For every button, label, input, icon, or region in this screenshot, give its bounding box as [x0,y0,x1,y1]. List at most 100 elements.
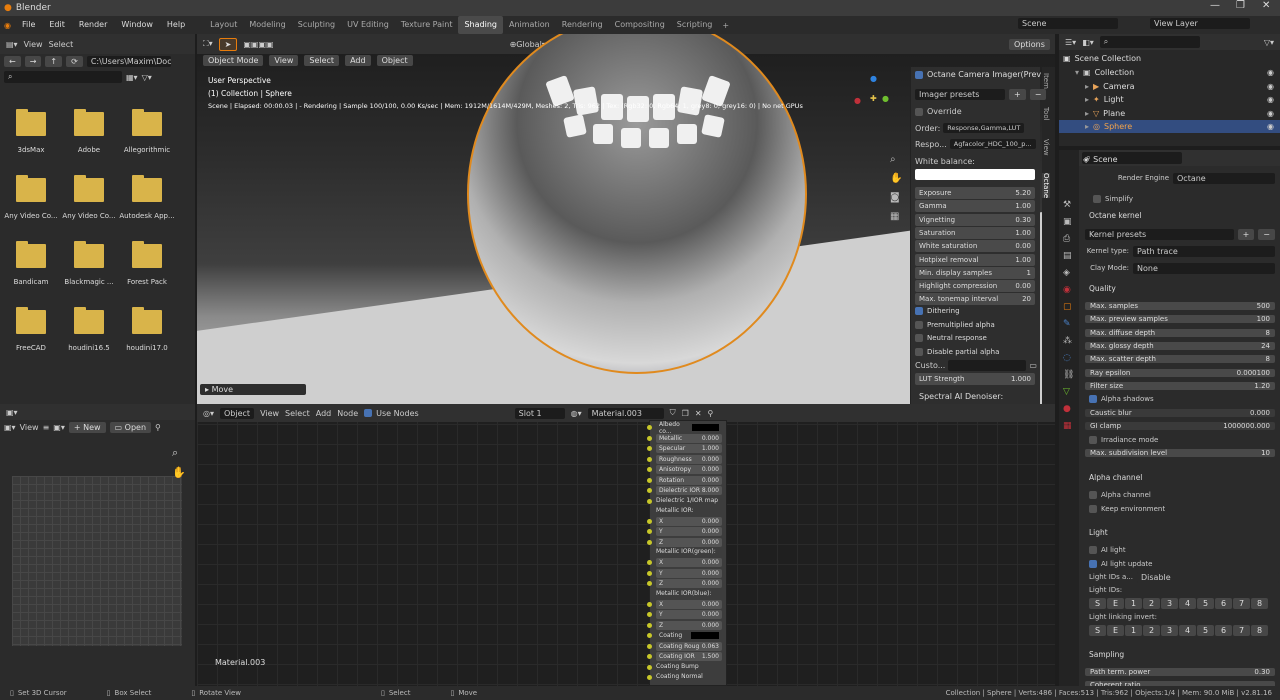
light-invert-toggle[interactable]: 7 [1233,624,1250,636]
outliner-item[interactable]: ▸ ▽ Plane ◉ [1059,107,1280,120]
maximize-icon[interactable]: ❐ [1236,0,1245,11]
node-input-1[interactable]: Metallic 0.000 [656,433,722,443]
metallic-ior-blue-y-socket[interactable] [647,612,652,617]
imager-slider[interactable]: Highlight compression 0.00 [915,280,1035,293]
caustic-blur-bar[interactable]: Caustic blur 0.000 [1085,409,1275,417]
use-nodes-toggle[interactable]: Use Nodes [364,409,419,418]
imager-enable-checkbox[interactable] [915,70,923,79]
expand-icon[interactable]: ▸ [1085,82,1089,91]
alpha-shadows-checkbox[interactable] [1089,395,1097,403]
folder-item[interactable]: 3dsMax [2,109,60,154]
light-invert-toggle[interactable]: 6 [1215,624,1232,636]
ai-light-update-row[interactable]: AI light update [1089,558,1152,570]
light-invert-toggle[interactable]: E [1107,624,1124,636]
quality-max-samples-bar[interactable]: Max. samples 500 [1085,302,1275,310]
ai-light-checkbox[interactable] [1089,546,1097,554]
imager-slider[interactable]: Gamma 1.00 [915,200,1035,213]
irradiance-mode-row[interactable]: Irradiance mode [1089,434,1158,446]
zoom-icon[interactable]: ⌕ [172,446,178,460]
metallic-ior-green-x[interactable]: X 0.000 [656,558,722,567]
imager-slider[interactable]: Saturation 1.00 [915,226,1035,239]
shader-node-editor[interactable]: ◎▾ Object View Select Add Node Use Nodes… [197,404,1055,686]
keep-environment-checkbox[interactable] [1089,505,1097,513]
open-image-button[interactable]: ▭ Open [109,422,152,433]
fb-view-menu[interactable]: View [24,40,43,49]
z-axis-icon[interactable]: ● [870,74,877,83]
tab-shading[interactable]: Shading [458,16,503,34]
custom-lut-field[interactable] [948,360,1027,371]
expand-icon[interactable]: ▸ [1085,122,1089,131]
metallic-ior-z-socket[interactable] [647,539,652,545]
order-dropdown[interactable]: Response,Gamma,LUT [943,123,1025,133]
metallic-ior-y[interactable]: Y 0.000 [656,527,722,536]
clay-mode-dropdown[interactable]: None [1133,262,1275,274]
fake-user-icon[interactable]: ⛉ [670,408,676,418]
outliner-item[interactable]: ▸ ▶ Camera ◉ [1059,80,1280,93]
folder-item[interactable]: Adobe [60,109,118,154]
imager-panel-header[interactable]: Octane Camera Imager(Prev [915,70,1041,79]
folder-item[interactable]: houdini16.5 [60,307,118,352]
new-image-button[interactable]: + New [68,422,106,433]
imager-check-row[interactable]: Neutral response [915,334,987,342]
particles-tab-icon[interactable]: ⁂ [1063,336,1075,346]
simplify-row[interactable]: Simplify [1093,193,1133,205]
quality-max-diffuse-depth-bar[interactable]: Max. diffuse depth 8 [1085,328,1275,337]
node-mode-dropdown[interactable]: Object [220,407,255,419]
view-layer-selector[interactable]: View Layer [1150,18,1250,29]
light-id-toggle[interactable]: E [1107,597,1124,609]
node-input-5-socket[interactable] [647,477,652,483]
imager-checkbox[interactable] [915,347,923,356]
metallic-ior-y-socket[interactable] [647,529,652,534]
node-input-4[interactable]: Anisotropy 0.000 [656,465,722,474]
outliner-item[interactable]: ▸ ✦ Light ◉ [1059,93,1280,106]
imager-checkbox[interactable] [915,320,923,329]
white-balance-swatch[interactable] [915,169,1035,180]
imager-check-row[interactable]: Disable partial alpha [915,347,999,356]
folder-item[interactable]: Forest Pack [118,241,176,286]
folder-item[interactable]: Bandicam [2,241,60,286]
quality-max-samples[interactable]: Max. samples 500 [1085,300,1275,312]
quality-ray-epsilon[interactable]: Ray epsilon 0.000100 [1085,367,1275,379]
outliner-search-input[interactable]: ⌕ [1099,36,1200,48]
alpha-channel-section-header[interactable]: Alpha channel [1089,471,1142,483]
vp-add-menu[interactable]: Add [345,54,371,66]
node-input-1-socket[interactable] [647,435,652,441]
tab-modeling[interactable]: Modeling [243,16,291,34]
expand-icon[interactable]: ▸ [1085,95,1089,104]
light-id-toggle[interactable]: 6 [1215,597,1232,609]
metallic-ior-green-z-socket[interactable] [647,581,652,586]
override-row[interactable]: Override [915,107,962,116]
scene-tab-icon[interactable]: ◈ [1063,268,1075,278]
alpha-shadows-row[interactable]: Alpha shadows [1089,393,1154,405]
light-id-toggle[interactable]: 1 [1125,597,1142,609]
light-id-toggle[interactable]: 8 [1251,597,1268,609]
imager-slider[interactable]: Min. display samples 1 [915,266,1035,279]
folder-item[interactable]: Any Video Co... [60,175,118,220]
metallic-ior-blue-x[interactable]: X 0.000 [656,599,722,609]
node-input-2-socket[interactable] [647,446,652,451]
modifier-tab-icon[interactable]: ✎ [1063,319,1075,329]
pin-icon[interactable]: ⚲ [708,409,714,418]
visibility-eye-icon[interactable]: ◉ [1267,109,1274,118]
quality-max-preview-samples[interactable]: Max. preview samples 100 [1085,313,1275,325]
remove-kernel-preset-button[interactable]: − [1258,228,1275,240]
light-invert-toggle[interactable]: S [1089,624,1106,636]
last-operator-panel[interactable]: ▸ Move [200,384,306,395]
view-layer-tab-icon[interactable]: ▤ [1063,251,1075,261]
metallic-ior-green-y[interactable]: Y 0.000 [656,568,722,578]
ai-light-update-checkbox[interactable] [1089,560,1097,568]
visibility-eye-icon[interactable]: ◉ [1267,68,1274,77]
imager-slider[interactable]: Exposure 5.20 [915,187,1035,199]
3d-viewport[interactable]: ⛶▾ ➤ ▣▣▣▣ ⊕ Global ▾ ⊙▾ ◎▾ Options Objec… [197,34,1055,404]
kernel-type-dropdown[interactable]: Path trace [1133,245,1275,257]
folder-item[interactable]: houdini17.0 [118,307,176,352]
folder-item[interactable]: Any Video Co... [2,175,60,220]
coating-bump-input-socket[interactable] [647,664,652,670]
tab-item[interactable]: Item [1042,73,1050,89]
dielectric-map-input-socket[interactable] [647,498,652,504]
vp-object-menu[interactable]: Object [376,54,413,66]
coating-input-socket[interactable] [647,633,652,638]
minimize-icon[interactable]: — [1210,0,1220,11]
light-invert-toggle[interactable]: 1 [1125,624,1142,636]
forward-button[interactable]: → [24,56,42,67]
